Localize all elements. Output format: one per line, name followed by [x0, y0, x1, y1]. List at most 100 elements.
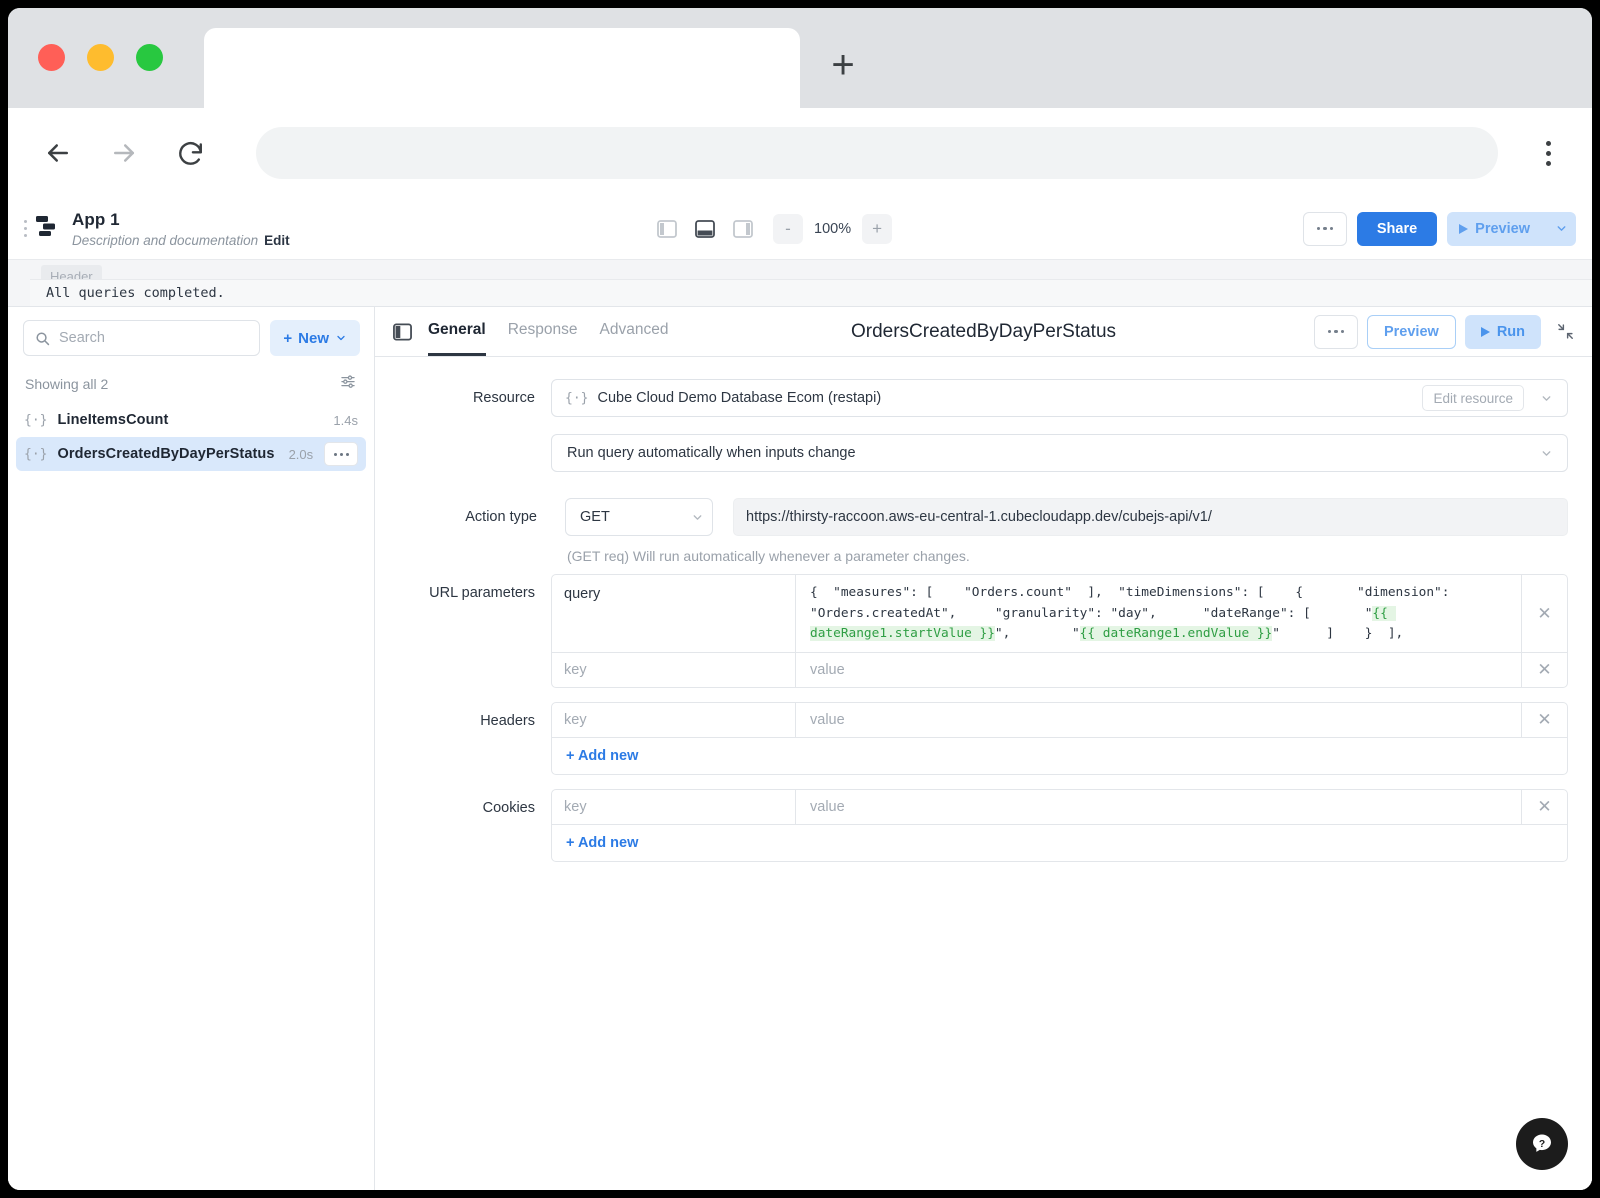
add-header-button[interactable]: + Add new [552, 738, 652, 774]
list-item[interactable]: {·} OrdersCreatedByDayPerStatus 2.0s [16, 437, 366, 471]
editor-tabs: General Response Advanced [428, 307, 668, 356]
cookie-value-empty[interactable]: value [796, 790, 1521, 824]
preview-query-button[interactable]: Preview [1366, 314, 1456, 349]
preview-app-button[interactable]: Preview [1447, 211, 1546, 246]
share-button[interactable]: Share [1356, 211, 1438, 246]
query-name: OrdersCreatedByDayPerStatus [57, 446, 275, 462]
resource-select[interactable]: {·} Cube Cloud Demo Database Ecom (resta… [551, 379, 1568, 417]
remove-param-button[interactable]: ✕ [1521, 653, 1567, 687]
action-type-label: Action type [465, 509, 537, 525]
tab-general[interactable]: General [428, 307, 486, 356]
query-name: LineItemsCount [57, 412, 169, 428]
minimize-window-button[interactable] [87, 44, 114, 71]
toggle-sidebar-button[interactable] [393, 322, 412, 341]
headers-add-row: + Add new [552, 738, 1567, 774]
new-tab-button[interactable]: + [820, 44, 866, 90]
status-bar: All queries completed. [30, 279, 1592, 306]
retool-logo-icon [36, 216, 55, 236]
run-mode-caret[interactable] [1533, 447, 1559, 460]
forward-button[interactable] [96, 125, 152, 181]
run-mode-select[interactable]: Run query automatically when inputs chan… [551, 434, 1568, 472]
cookie-key-empty[interactable]: key [552, 790, 796, 824]
address-bar[interactable] [256, 127, 1498, 179]
browser-tab[interactable] [204, 28, 800, 108]
code-braces-icon: {·} [24, 412, 48, 428]
query-sidebar: + New Showing all 2 {·} [8, 307, 375, 1190]
headers-block: Headers key value ✕ + Add new [399, 702, 1568, 775]
search-input[interactable] [59, 330, 249, 346]
query-editor-header: General Response Advanced OrdersCreatedB… [375, 307, 1592, 357]
http-method-select[interactable]: GET [565, 498, 713, 536]
layout-toggles [653, 215, 757, 243]
code-segment: ", " [994, 626, 1080, 641]
query-more-button[interactable] [324, 442, 358, 466]
tab-advanced[interactable]: Advanced [600, 307, 669, 356]
cookies-add-row: + Add new [552, 825, 1567, 861]
header-key-empty[interactable]: key [552, 703, 796, 737]
preview-options-button[interactable] [1546, 211, 1576, 246]
browser-navbar [8, 108, 1592, 198]
app-logo-icon [34, 214, 60, 243]
new-query-button[interactable]: + New [270, 320, 360, 356]
table-row: key value ✕ [552, 790, 1567, 825]
remove-cookie-button[interactable]: ✕ [1521, 790, 1567, 824]
zoom-in-button[interactable]: + [862, 213, 893, 244]
right-panel-icon [733, 219, 753, 238]
right-panel-toggle[interactable] [729, 215, 757, 243]
app-more-button[interactable] [1302, 211, 1347, 246]
bottom-panel-toggle[interactable] [691, 215, 719, 243]
maximize-window-button[interactable] [136, 44, 163, 71]
param-key-empty[interactable]: key [552, 653, 796, 687]
search-box[interactable] [23, 320, 261, 356]
back-button[interactable] [30, 125, 86, 181]
collapse-panel-button[interactable] [1550, 317, 1580, 347]
query-form: Resource {·} Cube Cloud Demo Database Ec… [375, 357, 1592, 1190]
code-segment: { "measures": [ "Orders.count" ], "timeD… [810, 585, 1458, 621]
chevron-down-icon [693, 514, 702, 520]
list-item[interactable]: {·} LineItemsCount 1.4s [16, 403, 366, 437]
action-type-label-wrap: Action type [399, 498, 551, 536]
page-title: App 1 [72, 209, 120, 229]
close-window-button[interactable] [38, 44, 65, 71]
run-query-button[interactable]: Run [1464, 314, 1541, 349]
app-header-actions: Share Preview [1302, 211, 1576, 246]
query-more-options-button[interactable] [1313, 314, 1358, 349]
filter-settings-button[interactable] [339, 373, 357, 394]
app-description: Description and documentation Edit [72, 233, 290, 248]
action-type-row: Action type GET https://thirsty-raccoon.… [399, 498, 1568, 536]
code-braces-icon: {·} [24, 446, 48, 462]
left-panel-toggle[interactable] [653, 215, 681, 243]
reload-button[interactable] [162, 125, 218, 181]
help-button[interactable]: ? [1516, 1118, 1568, 1170]
resource-dropdown-caret[interactable] [1533, 392, 1559, 405]
panel-layout-icon [393, 322, 412, 341]
add-cookie-button[interactable]: + Add new [552, 825, 652, 861]
url-parameters-block: URL parameters query { "measures": [ "Or… [399, 574, 1568, 688]
tab-response[interactable]: Response [508, 307, 578, 356]
edit-resource-button[interactable]: Edit resource [1422, 385, 1524, 411]
table-row: key value ✕ [552, 703, 1567, 738]
app-header: App 1 Description and documentation Edit … [8, 198, 1592, 260]
edit-description-link[interactable]: Edit [264, 233, 290, 248]
http-method-value: GET [580, 509, 610, 525]
param-value[interactable]: { "measures": [ "Orders.count" ], "timeD… [796, 575, 1521, 652]
drag-handle[interactable] [20, 214, 30, 244]
query-duration: 1.4s [333, 412, 358, 428]
new-query-label: New [298, 329, 329, 347]
header-value-empty[interactable]: value [796, 703, 1521, 737]
run-mode-value: Run query automatically when inputs chan… [567, 445, 856, 461]
param-value-empty[interactable]: value [796, 653, 1521, 687]
param-key[interactable]: query [552, 575, 796, 652]
run-query-label: Run [1496, 323, 1525, 340]
remove-param-button[interactable]: ✕ [1521, 575, 1567, 652]
play-icon [1459, 223, 1469, 234]
zoom-out-button[interactable]: - [773, 213, 803, 244]
remove-header-button[interactable]: ✕ [1521, 703, 1567, 737]
headers-label: Headers [480, 713, 535, 729]
browser-menu-button[interactable] [1526, 125, 1570, 181]
url-input[interactable]: https://thirsty-raccoon.aws-eu-central-1… [733, 498, 1568, 536]
bottom-panel-icon [695, 219, 715, 238]
chevron-down-icon [1542, 395, 1550, 401]
query-list: {·} LineItemsCount 1.4s {·} OrdersCreate… [8, 403, 374, 471]
resource-value: Cube Cloud Demo Database Ecom (restapi) [597, 390, 882, 406]
